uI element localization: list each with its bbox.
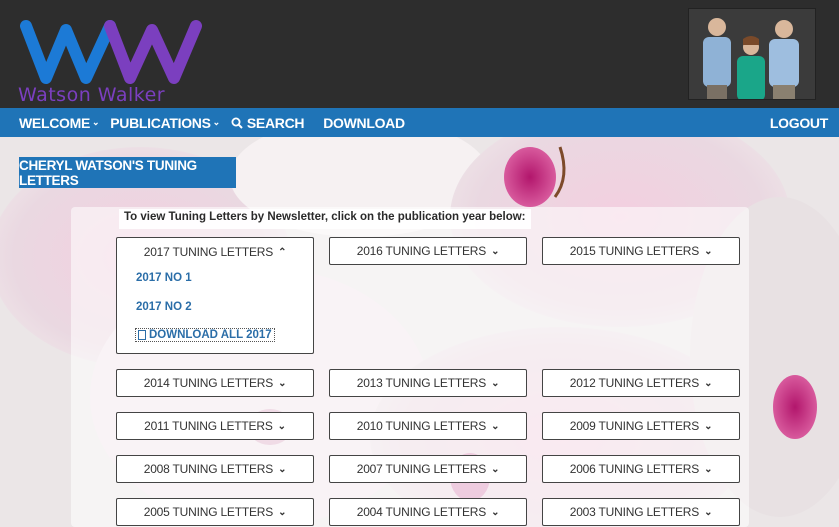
chevron-down-icon: ⌄ [491,506,500,518]
page-title: CHERYL WATSON'S TUNING LETTERS [19,157,236,188]
team-photo [688,8,816,100]
year-2007-button[interactable]: 2007 TUNING LETTERS ⌄ [329,455,527,483]
year-label: 2013 TUNING LETTERS [356,376,487,390]
chevron-down-icon: ⌄ [278,377,287,389]
year-2003-button[interactable]: 2003 TUNING LETTERS ⌄ [542,498,740,526]
nav-welcome[interactable]: WELCOME ⌄ [19,114,100,131]
nav-download-label: DOWNLOAD [323,114,405,131]
download-all-2017-link[interactable]: DOWNLOAD ALL 2017 [135,328,275,342]
year-2008-button[interactable]: 2008 TUNING LETTERS ⌄ [116,455,314,483]
nav-download[interactable]: DOWNLOAD [323,115,405,131]
year-label: 2014 TUNING LETTERS [143,376,274,390]
year-label: 2007 TUNING LETTERS [356,462,487,476]
logo-text: Watson Walker [18,84,166,106]
nav-welcome-label: WELCOME [19,114,91,131]
nav-publications[interactable]: PUBLICATIONS ⌄ [110,115,220,131]
year-label: 2016 TUNING LETTERS [356,244,487,258]
chevron-down-icon: ⌄ [277,420,286,432]
chevron-up-icon: ⌃ [278,246,287,258]
chevron-down-icon: ⌄ [491,377,500,389]
dropdown-item-2017-no-2[interactable]: 2017 NO 2 [136,301,192,313]
nav-search-label: SEARCH [246,114,305,131]
year-2016-button[interactable]: 2016 TUNING LETTERS ⌄ [329,237,527,265]
chevron-down-icon: ⌄ [704,377,713,389]
chevron-down-icon: ⌄ [491,420,500,432]
year-2005-button[interactable]: 2005 TUNING LETTERS ⌄ [116,498,314,526]
chevron-down-icon: ⌄ [704,245,713,257]
year-2014-button[interactable]: 2014 TUNING LETTERS ⌄ [116,369,314,397]
chevron-down-icon: ⌄ [704,506,713,518]
download-all-label: DOWNLOAD ALL 2017 [149,329,272,341]
nav-search[interactable]: SEARCH [231,114,305,131]
year-label: 2008 TUNING LETTERS [143,462,274,476]
year-2015-button[interactable]: 2015 TUNING LETTERS ⌄ [542,237,740,265]
chevron-down-icon: ⌄ [491,463,500,475]
year-2006-button[interactable]: 2006 TUNING LETTERS ⌄ [542,455,740,483]
year-2012-button[interactable]: 2012 TUNING LETTERS ⌄ [542,369,740,397]
year-2013-button[interactable]: 2013 TUNING LETTERS ⌄ [329,369,527,397]
nav-publications-label: PUBLICATIONS [110,114,211,131]
year-label: 2011 TUNING LETTERS [144,419,273,433]
year-label: 2010 TUNING LETTERS [356,419,487,433]
nav-right: LOGOUT [770,108,828,137]
year-label: 2015 TUNING LETTERS [569,244,700,258]
year-2017-button[interactable]: 2017 TUNING LETTERS ⌃ [116,237,314,266]
search-icon [231,117,243,129]
year-label: 2017 TUNING LETTERS [143,245,274,259]
year-2009-button[interactable]: 2009 TUNING LETTERS ⌄ [542,412,740,440]
year-label: 2006 TUNING LETTERS [569,462,700,476]
year-2004-button[interactable]: 2004 TUNING LETTERS ⌄ [329,498,527,526]
site-header: Watson Walker [0,0,839,108]
file-icon [138,330,146,340]
watson-walker-logo[interactable] [18,18,208,88]
nav-left: WELCOME ⌄ PUBLICATIONS ⌄ SEARCH DOWNLOAD [19,108,405,137]
year-label: 2005 TUNING LETTERS [143,505,274,519]
instruction-text: To view Tuning Letters by Newsletter, cl… [119,209,531,229]
dropdown-item-2017-no-1[interactable]: 2017 NO 1 [136,272,192,284]
chevron-down-icon: ⌄ [92,117,100,127]
year-label: 2012 TUNING LETTERS [569,376,700,390]
year-label: 2003 TUNING LETTERS [569,505,700,519]
chevron-down-icon: ⌄ [212,117,221,127]
year-2011-button[interactable]: 2011 TUNING LETTERS ⌄ [116,412,314,440]
chevron-down-icon: ⌄ [704,463,713,475]
main-nav: WELCOME ⌄ PUBLICATIONS ⌄ SEARCH DOWNLOAD… [0,108,839,137]
year-2010-button[interactable]: 2010 TUNING LETTERS ⌄ [329,412,527,440]
year-label: 2004 TUNING LETTERS [356,505,487,519]
year-2017-dropdown: 2017 NO 1 2017 NO 2 DOWNLOAD ALL 2017 [116,265,314,354]
logout-link[interactable]: LOGOUT [770,115,828,131]
chevron-down-icon: ⌄ [278,463,287,475]
chevron-down-icon: ⌄ [278,506,287,518]
chevron-down-icon: ⌄ [491,245,500,257]
chevron-down-icon: ⌄ [704,420,713,432]
year-label: 2009 TUNING LETTERS [569,419,700,433]
